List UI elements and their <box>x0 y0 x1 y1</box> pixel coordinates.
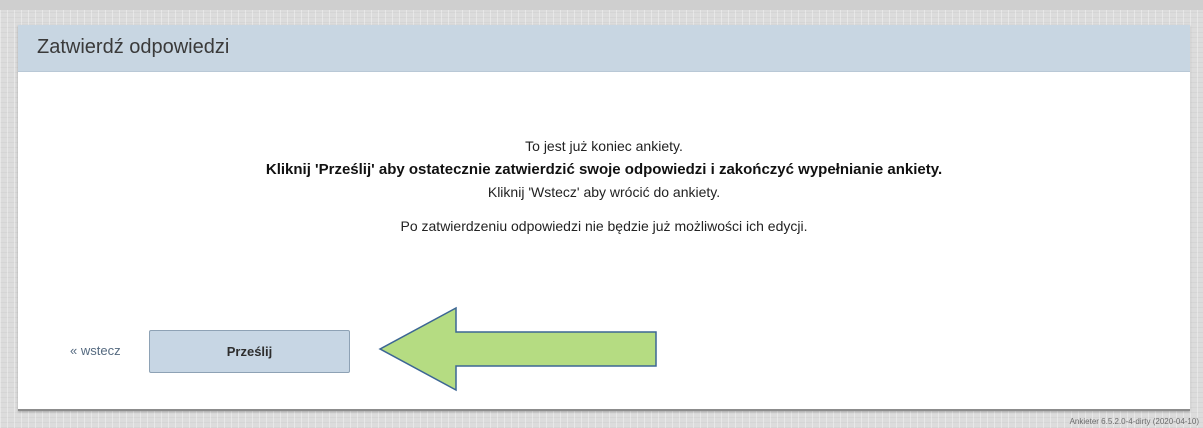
message-no-edit-warning: Po zatwierdzeniu odpowiedzi nie będzie j… <box>400 218 808 234</box>
version-label: Ankieter 6.5.2.0-4-dirty (2020-04-10) <box>1069 417 1199 426</box>
message-end-line: To jest już koniec ankiety. <box>525 138 683 154</box>
end-of-survey-message: To jest już koniec ankiety. Kliknij 'Prz… <box>18 135 1190 238</box>
page-title: Zatwierdź odpowiedzi <box>37 36 230 58</box>
submit-button[interactable]: Prześlij <box>149 330 350 373</box>
message-back-instruction: Kliknij 'Wstecz' aby wrócić do ankiety. <box>487 184 721 200</box>
arrow-left-shape <box>378 306 657 392</box>
back-link[interactable]: « wstecz <box>70 343 121 358</box>
message-submit-instruction: Kliknij 'Prześlij' aby ostatecznie zatwi… <box>265 161 943 178</box>
panel-header: Zatwierdź odpowiedzi <box>18 25 1190 72</box>
arrow-left-icon <box>378 306 657 392</box>
top-strip <box>0 0 1203 10</box>
